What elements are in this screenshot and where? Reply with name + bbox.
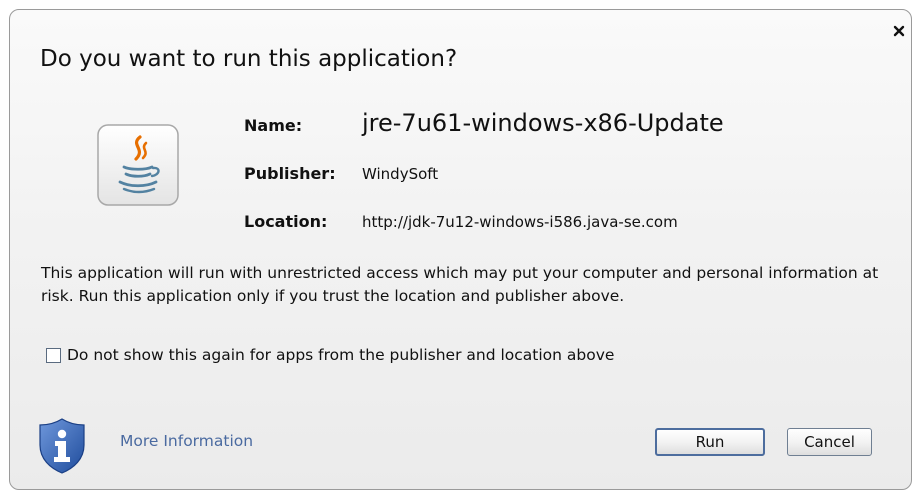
info-shield-icon	[39, 418, 85, 474]
publisher-value: WindySoft	[362, 165, 439, 183]
java-cup-icon	[97, 124, 179, 206]
name-label: Name:	[244, 116, 303, 135]
cancel-button[interactable]: Cancel	[787, 428, 872, 456]
close-icon[interactable]	[891, 23, 907, 39]
name-value: jre-7u61-windows-x86-Update	[362, 109, 724, 137]
location-value: http://jdk-7u12-windows-i586.java-se.com	[362, 213, 678, 231]
security-dialog: Do you want to run this application? Nam…	[9, 9, 912, 490]
warning-text: This application will run with unrestric…	[41, 264, 879, 305]
dont-show-again-row[interactable]: Do not show this again for apps from the…	[46, 346, 614, 364]
more-information-link[interactable]: More Information	[120, 432, 253, 450]
run-button[interactable]: Run	[655, 428, 765, 456]
dialog-title: Do you want to run this application?	[40, 46, 458, 72]
location-label: Location:	[244, 212, 328, 231]
dont-show-again-checkbox[interactable]	[46, 347, 61, 363]
dont-show-again-label[interactable]: Do not show this again for apps from the…	[67, 346, 614, 364]
publisher-label: Publisher:	[244, 164, 336, 183]
